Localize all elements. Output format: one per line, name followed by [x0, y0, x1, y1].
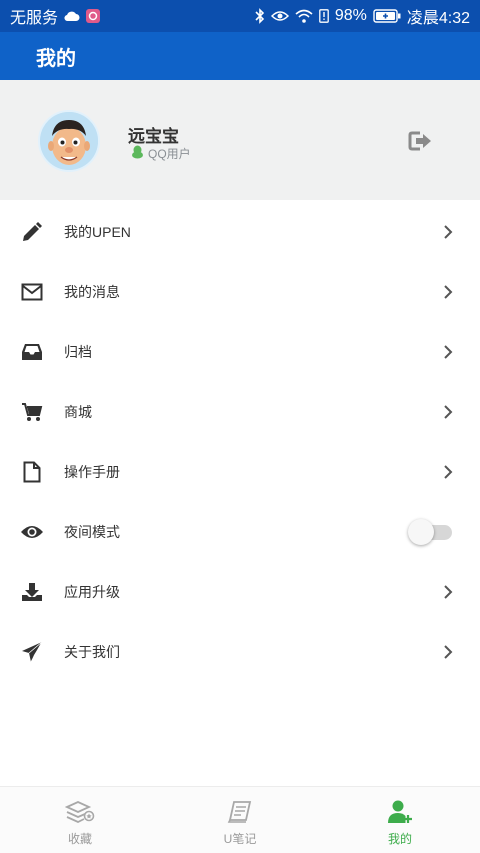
- pencil-icon: [20, 220, 44, 244]
- account-type-label: QQ用户: [148, 147, 191, 161]
- toggle-knob: [408, 519, 434, 545]
- status-bar: 无服务 98% 凌晨4:32: [0, 0, 480, 32]
- bottom-tab-bar: 收藏 U笔记 我的: [0, 786, 480, 853]
- battery-percent: 98%: [334, 7, 367, 24]
- clock-text: 凌晨4:32: [406, 10, 470, 27]
- user-name: 远宝宝: [128, 127, 179, 146]
- chevron-right-icon: [441, 344, 455, 360]
- sim-alert-icon: [318, 9, 329, 23]
- carrier-text: 无服务: [10, 10, 59, 27]
- menu-item-night-mode: 夜间模式: [0, 502, 480, 562]
- stack-icon: [65, 798, 95, 826]
- menu-item-label: 关于我们: [64, 644, 120, 660]
- eye-comfort-icon: [270, 10, 289, 22]
- tab-mine[interactable]: 我的: [320, 787, 480, 853]
- chevron-right-icon: [441, 224, 455, 240]
- cloud-icon: [64, 10, 80, 22]
- inbox-icon: [20, 340, 44, 364]
- chevron-right-icon: [441, 644, 455, 660]
- eye-icon: [20, 520, 44, 544]
- battery-charging-icon: [373, 9, 401, 23]
- account-type: QQ用户: [131, 145, 191, 162]
- menu-item-app-upgrade[interactable]: 应用升级: [0, 562, 480, 622]
- tab-u-notes[interactable]: U笔记: [160, 787, 320, 853]
- menu-item-label: 应用升级: [64, 584, 120, 600]
- logout-icon[interactable]: [408, 129, 434, 153]
- menu-item-label: 商城: [64, 404, 92, 420]
- night-mode-toggle[interactable]: [408, 519, 452, 545]
- menu-item-my-upen[interactable]: 我的UPEN: [0, 202, 480, 262]
- menu-item-label: 夜间模式: [64, 524, 120, 540]
- cart-icon: [20, 400, 44, 424]
- menu-item-manual[interactable]: 操作手册: [0, 442, 480, 502]
- menu-item-label: 我的消息: [64, 284, 120, 300]
- envelope-icon: [20, 280, 44, 304]
- chevron-right-icon: [441, 404, 455, 420]
- menu-item-label: 归档: [64, 344, 92, 360]
- app-bar: 我的: [0, 32, 480, 80]
- bluetooth-icon: [255, 8, 265, 24]
- download-icon: [20, 580, 44, 604]
- chevron-right-icon: [441, 284, 455, 300]
- menu-item-label: 操作手册: [64, 464, 120, 480]
- menu-item-label: 我的UPEN: [64, 224, 131, 240]
- tab-favorites[interactable]: 收藏: [0, 787, 160, 853]
- document-icon: [20, 460, 44, 484]
- menu-item-archive[interactable]: 归档: [0, 322, 480, 382]
- tab-label: 收藏: [67, 832, 92, 846]
- menu-item-my-messages[interactable]: 我的消息: [0, 262, 480, 322]
- notification-app-icon: [86, 9, 101, 23]
- menu-item-about-us[interactable]: 关于我们: [0, 622, 480, 682]
- user-add-icon: [385, 798, 415, 826]
- qq-penguin-icon: [131, 145, 144, 162]
- notebook-icon: [225, 798, 255, 826]
- page-title: 我的: [36, 47, 76, 70]
- tab-label: U笔记: [223, 832, 257, 846]
- chevron-right-icon: [441, 464, 455, 480]
- wifi-icon: [295, 9, 313, 23]
- avatar[interactable]: [38, 110, 100, 172]
- paper-plane-icon: [20, 640, 44, 664]
- chevron-right-icon: [441, 584, 455, 600]
- settings-menu: 我的UPEN 我的消息 归档 商城 操作手册 夜间模式 应用升级 关于我们: [0, 202, 480, 682]
- profile-header[interactable]: 远宝宝 QQ用户: [0, 80, 480, 200]
- menu-item-store[interactable]: 商城: [0, 382, 480, 442]
- tab-label: 我的: [387, 832, 412, 846]
